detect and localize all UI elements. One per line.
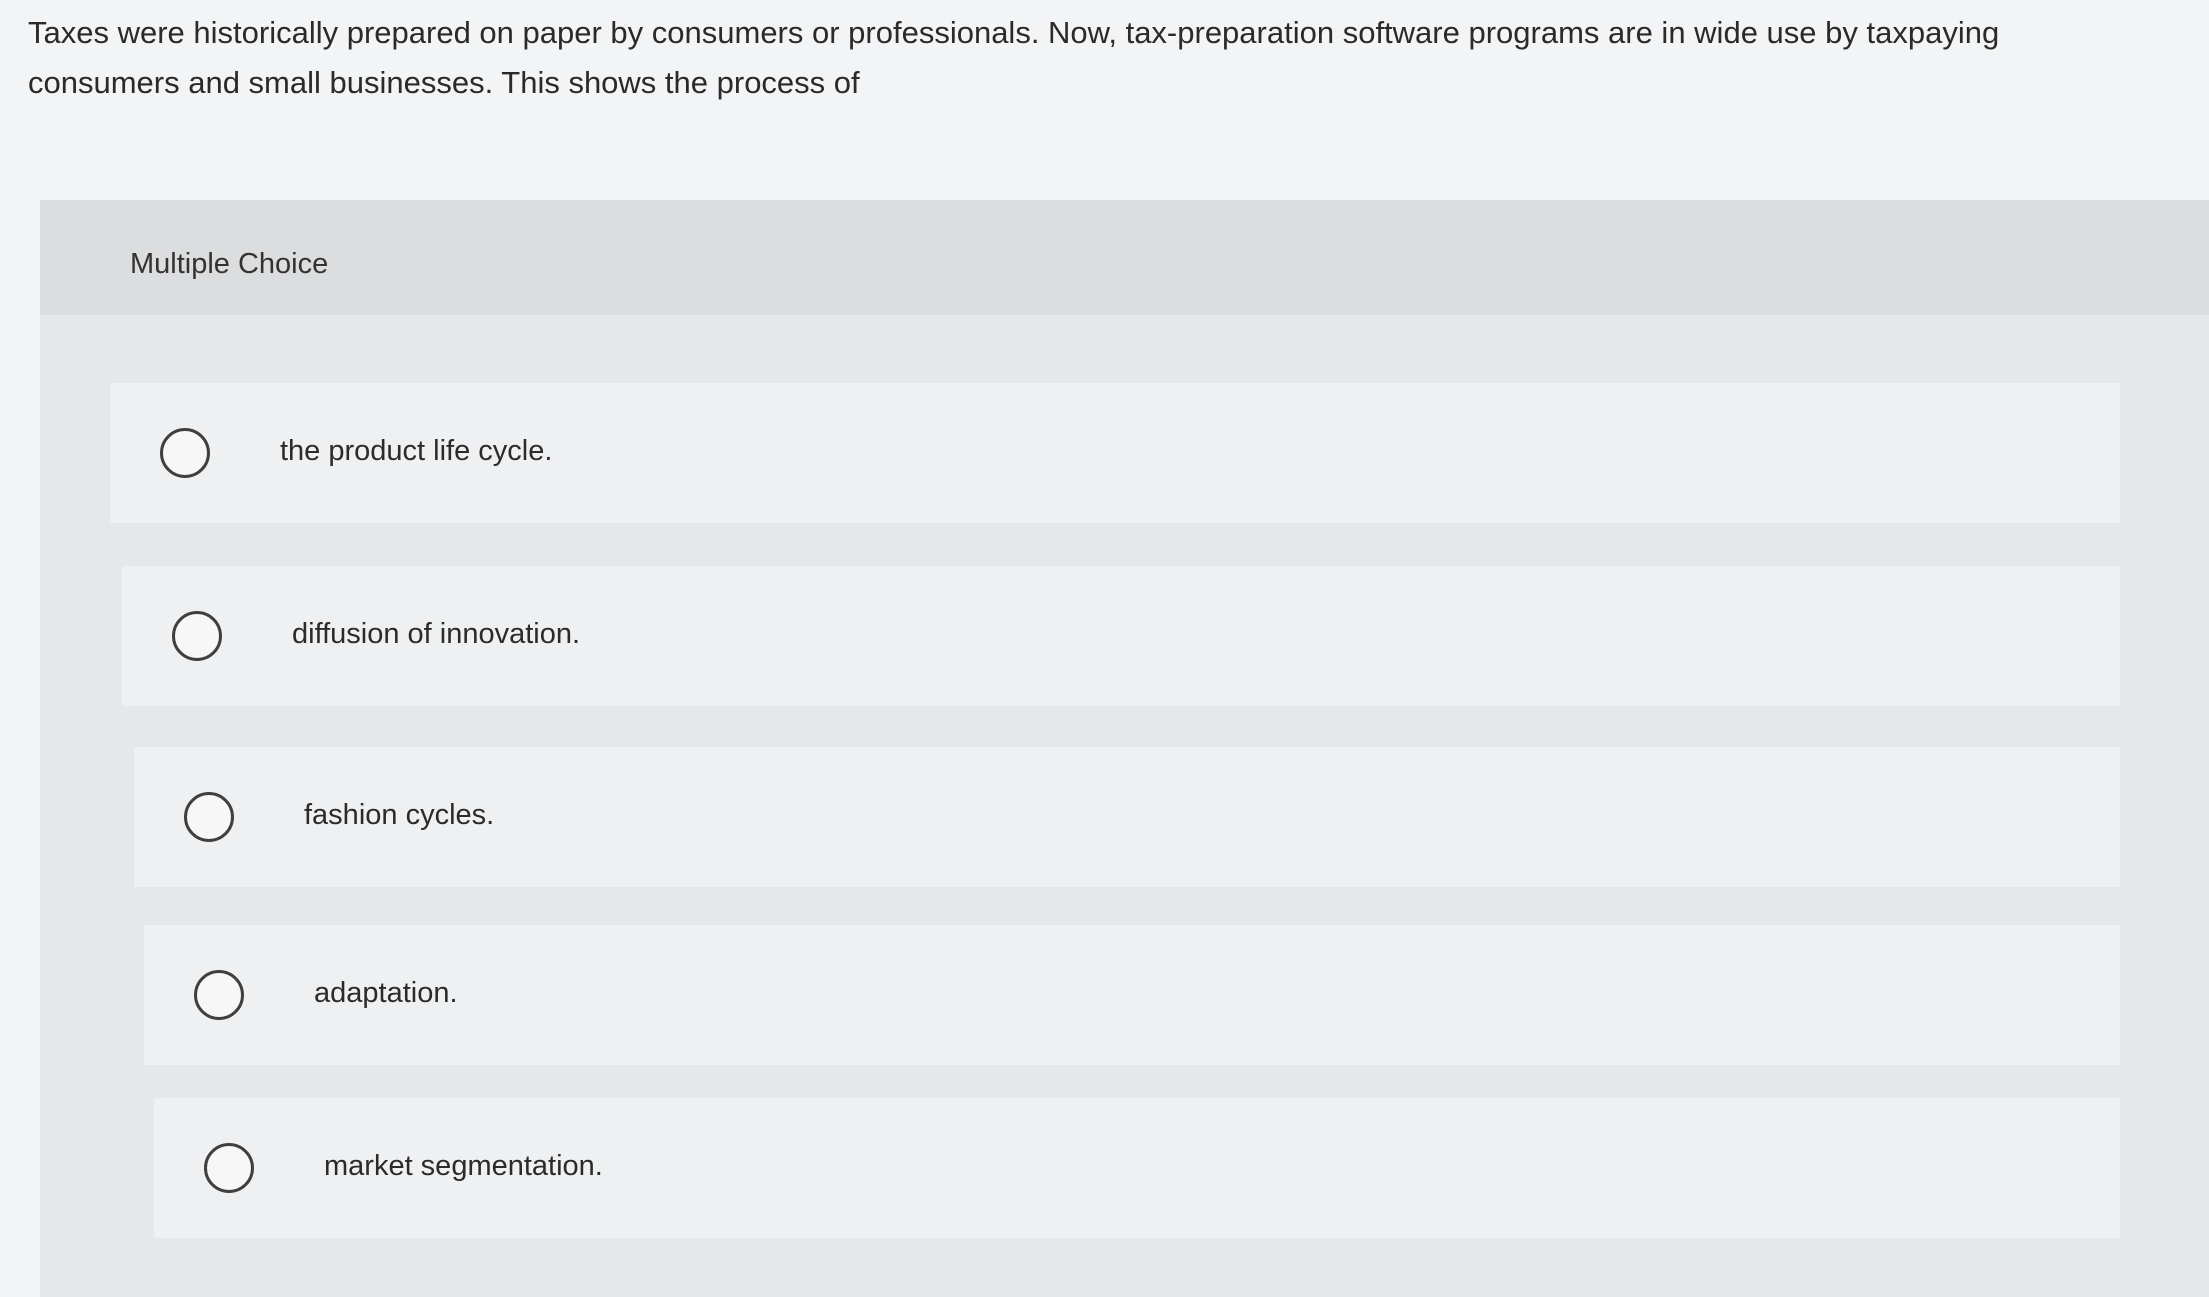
option-market-segmentation[interactable]: market segmentation. bbox=[154, 1098, 2120, 1238]
multiple-choice-panel: Multiple Choice the product life cycle. … bbox=[40, 200, 2209, 1297]
option-label: the product life cycle. bbox=[280, 435, 553, 467]
question-text: Taxes were historically prepared on pape… bbox=[28, 15, 2000, 100]
multiple-choice-header: Multiple Choice bbox=[40, 200, 2209, 315]
option-fashion-cycles[interactable]: fashion cycles. bbox=[134, 747, 2120, 887]
radio-button[interactable] bbox=[160, 428, 210, 478]
multiple-choice-label: Multiple Choice bbox=[130, 248, 329, 280]
option-label: diffusion of innovation. bbox=[292, 618, 581, 650]
radio-button[interactable] bbox=[204, 1143, 254, 1193]
radio-button[interactable] bbox=[172, 611, 222, 661]
option-label: fashion cycles. bbox=[304, 799, 495, 831]
option-label: market segmentation. bbox=[324, 1150, 603, 1182]
option-product-life-cycle[interactable]: the product life cycle. bbox=[110, 383, 2120, 523]
option-adaptation[interactable]: adaptation. bbox=[144, 925, 2120, 1065]
radio-button[interactable] bbox=[194, 970, 244, 1020]
option-diffusion-of-innovation[interactable]: diffusion of innovation. bbox=[122, 566, 2120, 706]
radio-button[interactable] bbox=[184, 792, 234, 842]
option-label: adaptation. bbox=[314, 977, 458, 1009]
